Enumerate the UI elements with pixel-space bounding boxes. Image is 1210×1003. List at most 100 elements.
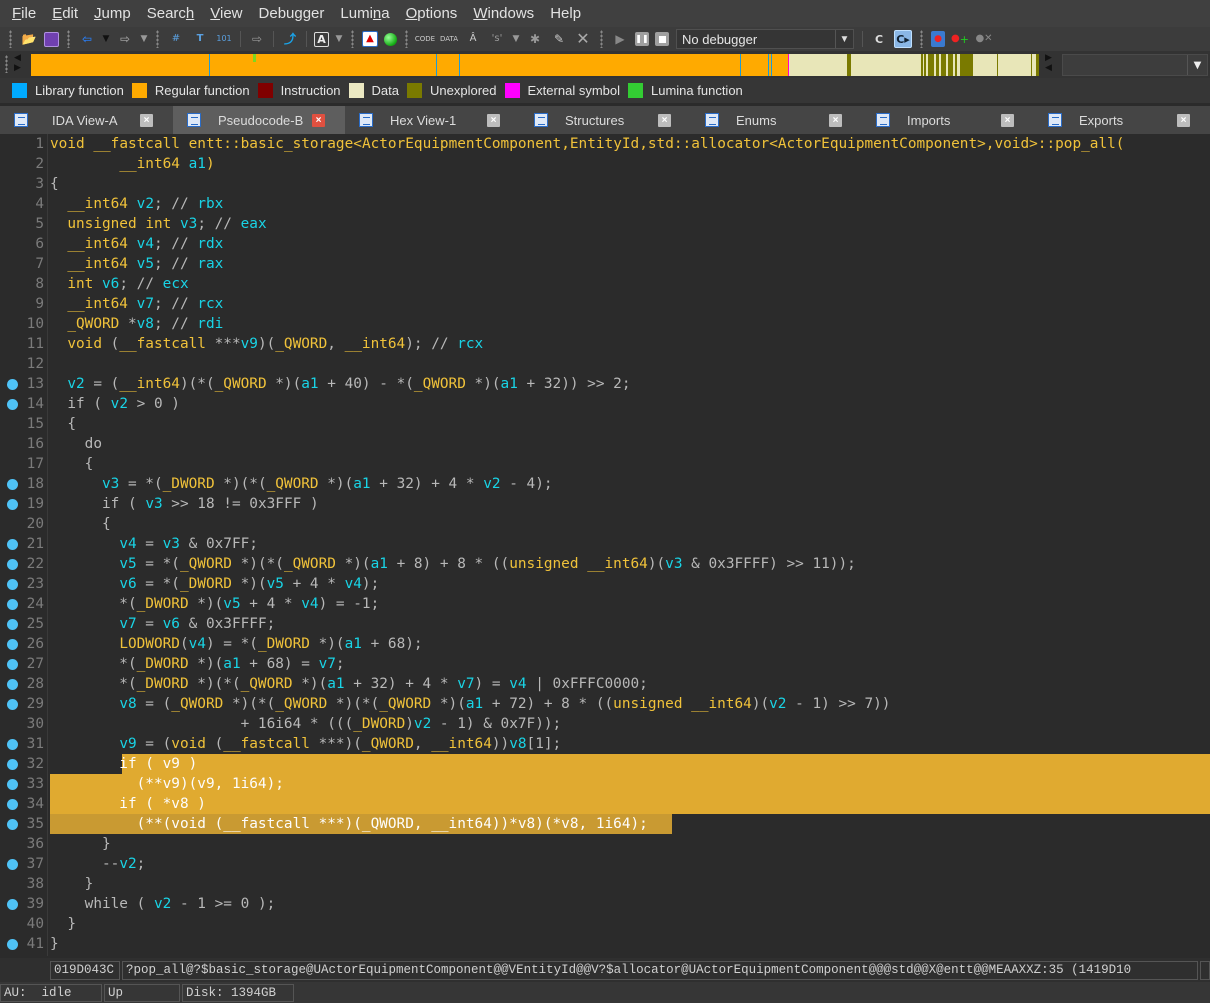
toolbar-grip[interactable] <box>920 30 923 48</box>
struct-dropdown-icon[interactable]: ▼ <box>511 30 521 48</box>
breakpoint-dot-icon[interactable] <box>7 619 18 630</box>
code-line[interactable]: 21 v4 = v3 & 0x7FF; <box>0 534 1210 554</box>
make-code-icon[interactable]: CODE <box>415 30 435 48</box>
breakpoint-dot-icon[interactable] <box>7 479 18 490</box>
close-icon[interactable]: × <box>1177 114 1190 127</box>
breakpoint-dot-icon[interactable] <box>7 539 18 550</box>
nav-scroll-arrows[interactable]: ◀ ▶ <box>14 53 24 75</box>
breakpoint-dot-icon[interactable] <box>7 399 18 410</box>
code-line[interactable]: 40 } <box>0 914 1210 934</box>
breakpoint-dot-icon[interactable] <box>7 699 18 710</box>
code-line[interactable]: 29 v8 = (_QWORD *)(*(_QWORD *)(*(_QWORD … <box>0 694 1210 714</box>
breakpoint-list-icon[interactable]: ● <box>931 31 945 47</box>
code-line[interactable]: 5 unsigned int v3; // eax <box>0 214 1210 234</box>
code-line[interactable]: 24 *(_DWORD *)(v5 + 4 * v4) = -1; <box>0 594 1210 614</box>
breakpoint-dot-icon[interactable] <box>7 739 18 750</box>
code-line[interactable]: 35 (**(void (__fastcall ***)(_QWORD, __i… <box>0 814 1210 834</box>
code-line[interactable]: 36 } <box>0 834 1210 854</box>
text-icon[interactable]: A <box>314 31 329 47</box>
debugger-select[interactable]: No debugger ▼ <box>676 29 854 49</box>
menu-options[interactable]: Options <box>398 5 466 22</box>
close-icon[interactable]: × <box>312 114 325 127</box>
code-line[interactable]: 15 { <box>0 414 1210 434</box>
code-line[interactable]: 28 *(_DWORD *)(*(_QWORD *)(a1 + 32) + 4 … <box>0 674 1210 694</box>
menu-help[interactable]: Help <box>542 5 589 22</box>
menu-windows[interactable]: Windows <box>465 5 542 22</box>
code-line[interactable]: 18 v3 = *(_DWORD *)(*(_QWORD *)(a1 + 32)… <box>0 474 1210 494</box>
undefine-icon[interactable]: ✕ <box>574 30 592 48</box>
code-line[interactable]: 2 __int64 a1) <box>0 154 1210 174</box>
close-icon[interactable]: × <box>140 114 153 127</box>
code-line[interactable]: 10 _QWORD *v8; // rdi <box>0 314 1210 334</box>
back-icon[interactable]: ⇦ <box>78 30 96 48</box>
breakpoint-dot-icon[interactable] <box>7 599 18 610</box>
code-line[interactable]: 31 v9 = (void (__fastcall ***)(_QWORD, _… <box>0 734 1210 754</box>
make-data-icon[interactable]: DATA <box>440 30 458 48</box>
stop-icon[interactable] <box>655 32 669 46</box>
search-text-icon[interactable]: T <box>191 30 209 48</box>
close-icon[interactable]: × <box>487 114 500 127</box>
code-line[interactable]: 11 void (__fastcall ***v9)(_QWORD, __int… <box>0 334 1210 354</box>
text-dropdown-icon[interactable]: ▼ <box>334 30 344 48</box>
breakpoint-dot-icon[interactable] <box>7 379 18 390</box>
nav-scroll-arrows-right[interactable]: ▶ ◀ <box>1045 53 1055 75</box>
code-line[interactable]: 32 if ( v9 ) <box>0 754 1210 774</box>
breakpoint-dot-icon[interactable] <box>7 939 18 950</box>
code-line[interactable]: 8 int v6; // ecx <box>0 274 1210 294</box>
menu-edit[interactable]: Edit <box>44 5 86 22</box>
jump-up-icon[interactable]: ⤴ <box>281 30 299 48</box>
add-breakpoint-icon[interactable]: ● + <box>951 30 969 48</box>
chevron-down-icon[interactable]: ▼ <box>1187 55 1207 75</box>
close-icon[interactable]: × <box>1001 114 1014 127</box>
make-string-icon[interactable]: Â <box>464 30 482 48</box>
search-binary-icon[interactable]: 101 <box>215 30 233 48</box>
code-line[interactable]: 3{ <box>0 174 1210 194</box>
breakpoint-dot-icon[interactable] <box>7 819 18 830</box>
code-line[interactable]: 41} <box>0 934 1210 954</box>
pseudocode-view[interactable]: 1 void __fastcall entt::basic_storage<Act… <box>0 134 1210 956</box>
breakpoint-dot-icon[interactable] <box>7 659 18 670</box>
code-line[interactable]: 22 v5 = *(_QWORD *)(*(_QWORD *)(a1 + 8) … <box>0 554 1210 574</box>
menu-view[interactable]: View <box>202 5 250 22</box>
run-decompile-icon[interactable]: C▸ <box>894 30 912 48</box>
close-icon[interactable]: × <box>658 114 671 127</box>
code-line[interactable]: 6 __int64 v4; // rdx <box>0 234 1210 254</box>
save-icon[interactable] <box>44 31 59 47</box>
code-line[interactable]: 20 { <box>0 514 1210 534</box>
breakpoint-dot-icon[interactable] <box>7 799 18 810</box>
menu-jump[interactable]: Jump <box>86 5 139 22</box>
navband-grip[interactable] <box>5 55 8 73</box>
code-line[interactable]: 19 if ( v3 >> 18 != 0x3FFF ) <box>0 494 1210 514</box>
tab-pseudocode-b[interactable]: Pseudocode-B × <box>173 106 345 134</box>
toolbar-grip[interactable] <box>600 30 603 48</box>
tab-hex-view-1[interactable]: Hex View-1 × <box>345 106 520 134</box>
code-line[interactable]: 34 if ( *v8 ) <box>0 794 1210 814</box>
tab-enums[interactable]: Enums × <box>691 106 862 134</box>
breakpoint-dot-icon[interactable] <box>7 759 18 770</box>
make-enum-icon[interactable]: ✱ <box>526 30 544 48</box>
breakpoint-dot-icon[interactable] <box>7 639 18 650</box>
breakpoint-dot-icon[interactable] <box>7 899 18 910</box>
breakpoint-dot-icon[interactable] <box>7 859 18 870</box>
remove-breakpoint-icon[interactable]: ●✕ <box>975 30 993 48</box>
pause-icon[interactable]: ❚❚ <box>635 32 649 46</box>
code-line[interactable]: 14 if ( v2 > 0 ) <box>0 394 1210 414</box>
code-line[interactable]: 30 + 16i64 * (((_DWORD)v2 - 1) & 0x7F)); <box>0 714 1210 734</box>
tab-structures[interactable]: Structures × <box>520 106 691 134</box>
code-line[interactable]: 38 } <box>0 874 1210 894</box>
breakpoint-dot-icon[interactable] <box>7 559 18 570</box>
search-hex-icon[interactable]: # <box>167 30 185 48</box>
toolbar-grip[interactable] <box>9 30 12 48</box>
breakpoint-dot-icon[interactable] <box>7 779 18 790</box>
edit-icon[interactable]: ✎ <box>550 30 568 48</box>
breakpoint-dot-icon[interactable] <box>7 679 18 690</box>
forward-icon[interactable]: ⇨ <box>116 30 134 48</box>
toolbar-grip[interactable] <box>67 30 70 48</box>
code-line[interactable]: 33 (**v9)(v9, 1i64); <box>0 774 1210 794</box>
back-dropdown-icon[interactable]: ▼ <box>101 30 111 48</box>
green-circle-icon[interactable] <box>384 32 397 46</box>
play-icon[interactable]: ▶ <box>611 30 629 48</box>
code-line[interactable]: 39 while ( v2 - 1 >= 0 ); <box>0 894 1210 914</box>
breakpoint-dot-icon[interactable] <box>7 579 18 590</box>
code-line[interactable]: 13 v2 = (__int64)(*(_QWORD *)(a1 + 40) -… <box>0 374 1210 394</box>
